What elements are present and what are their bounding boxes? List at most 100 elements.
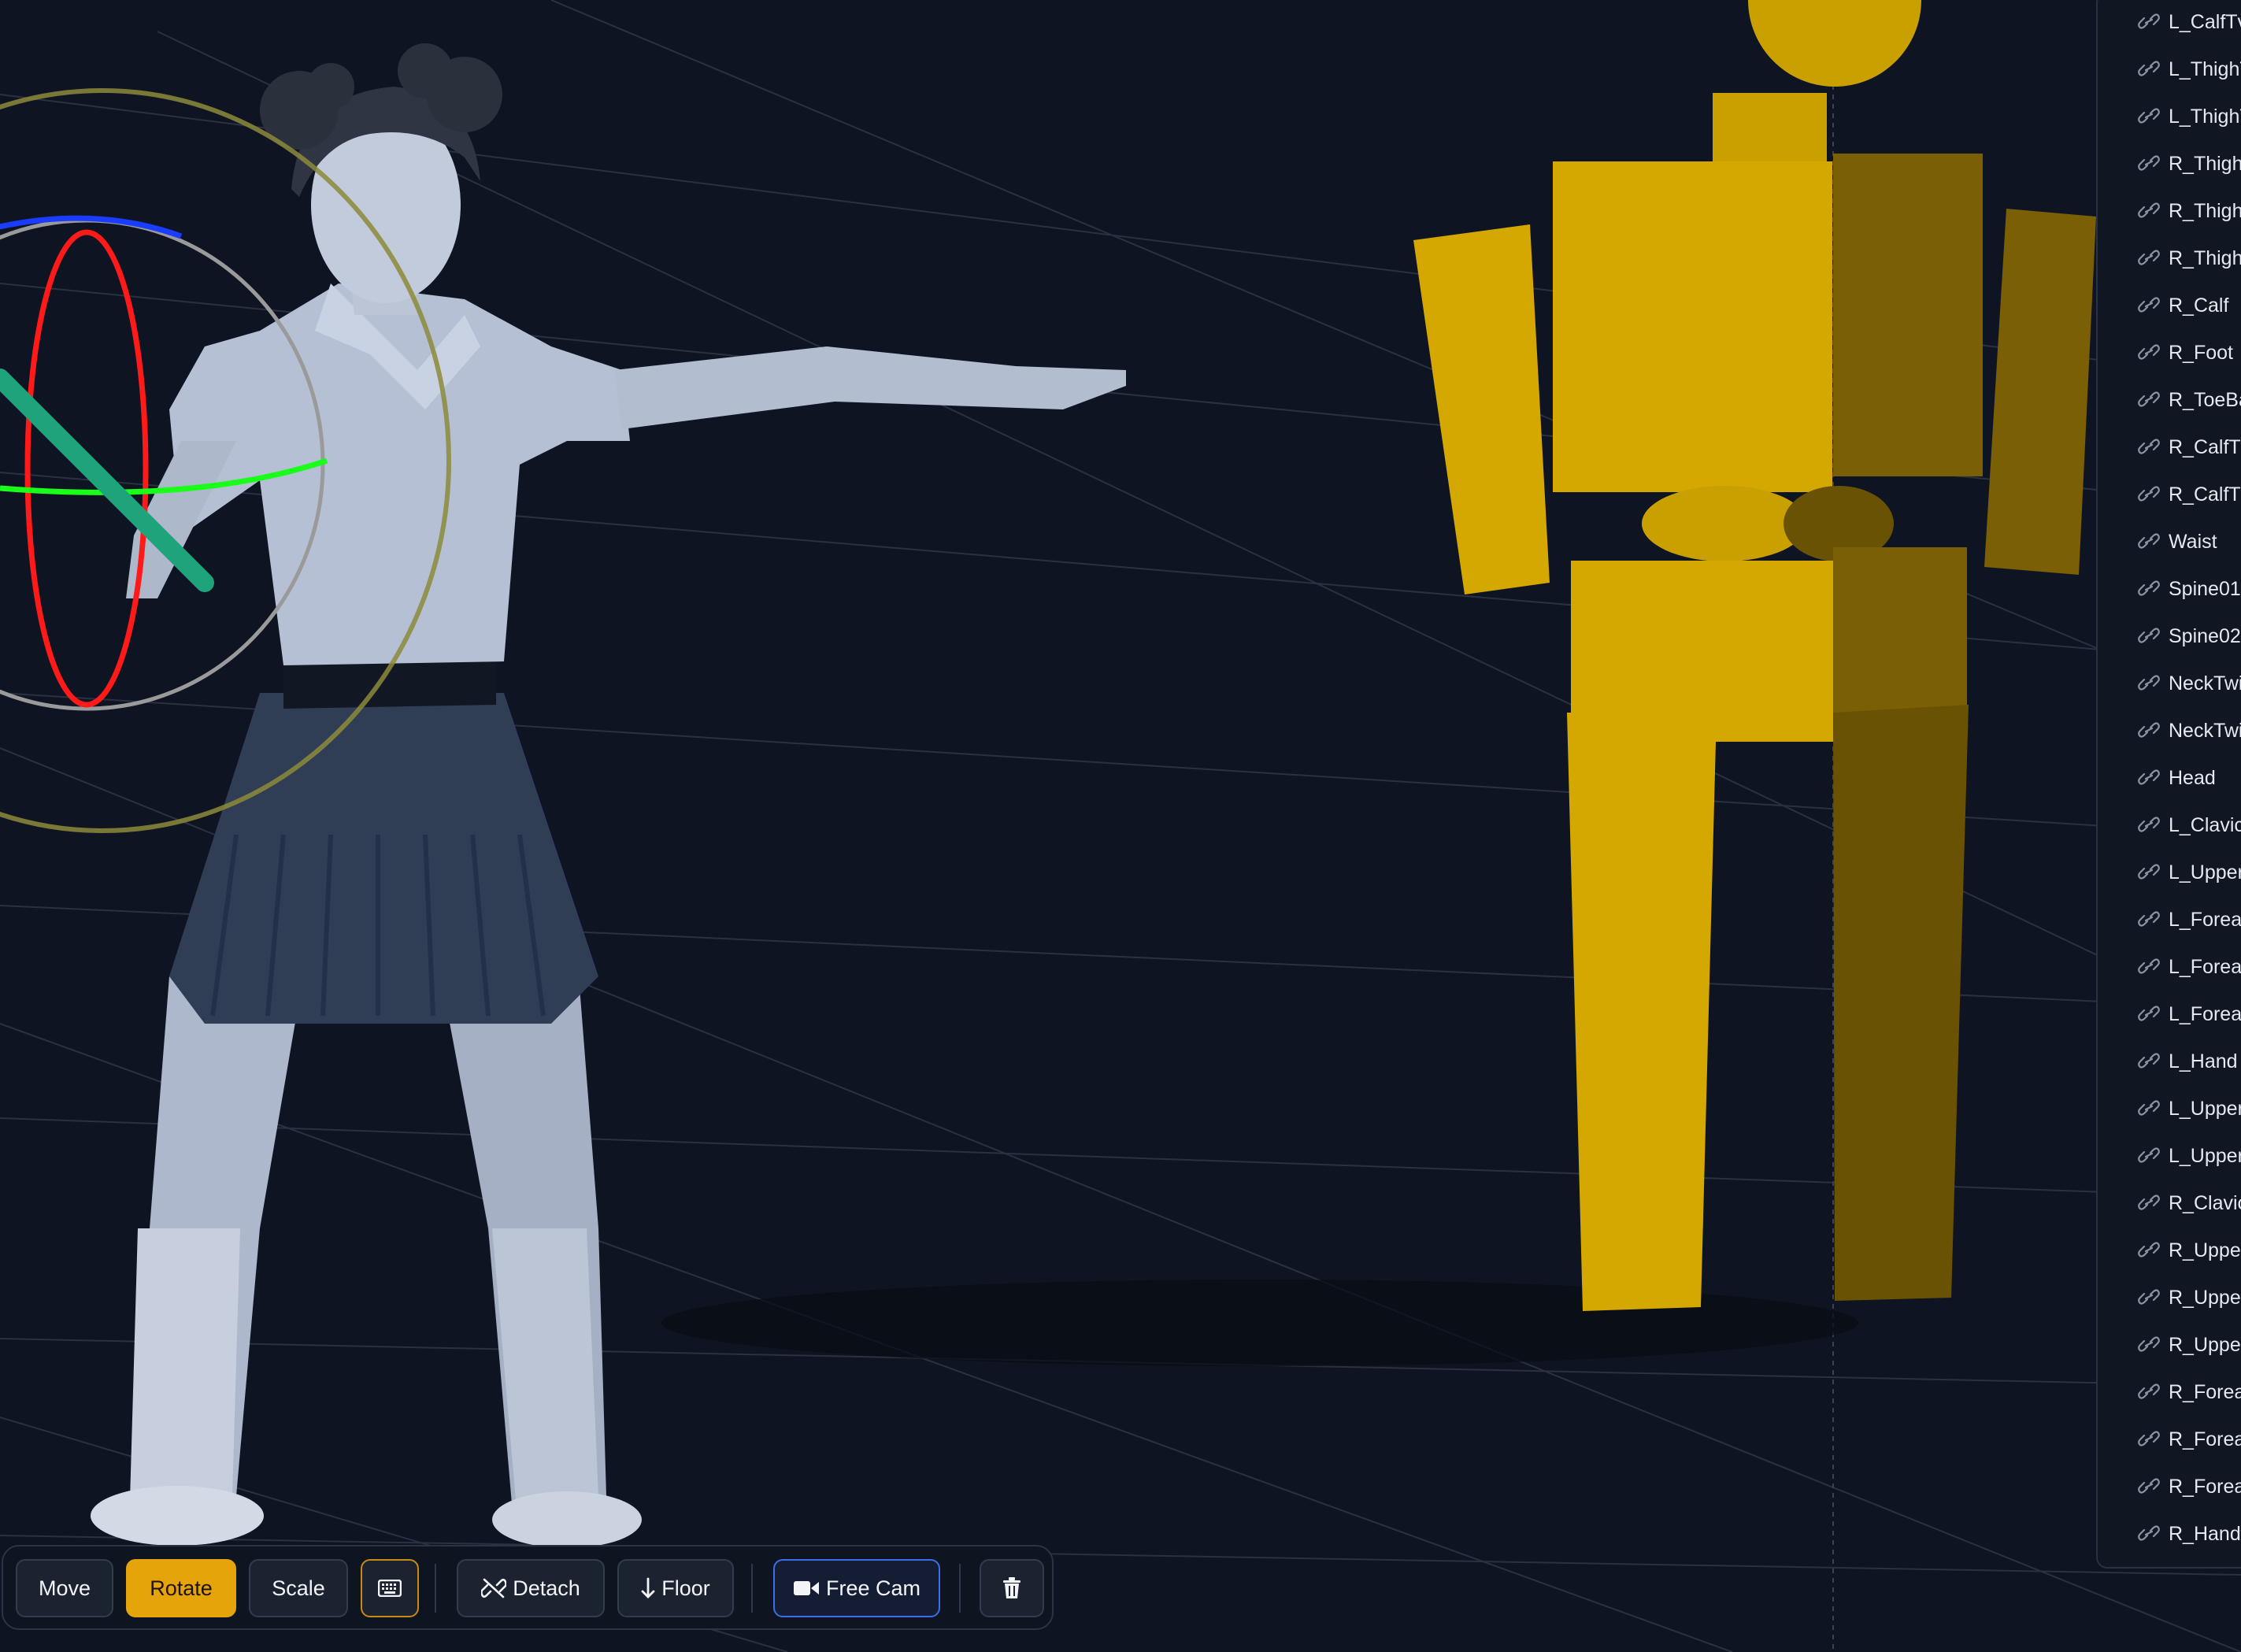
link-icon <box>2137 863 2162 882</box>
bone-list-item[interactable]: R_CalfTv <box>2098 424 2241 471</box>
bone-list-item[interactable]: Spine02 <box>2098 613 2241 660</box>
bone-list-item[interactable]: Waist <box>2098 518 2241 565</box>
bone-list-item[interactable]: R_Upper <box>2098 1274 2241 1321</box>
link-icon <box>2137 1288 2162 1307</box>
detach-button[interactable]: Detach <box>457 1559 605 1617</box>
bone-list-item-label: R_Thigh <box>2169 152 2241 175</box>
bone-list-item-label: L_CalfTv <box>2169 10 2241 33</box>
bone-list-item-label: L_ThighT <box>2169 105 2241 128</box>
bone-list-item-label: L_Hand <box>2169 1050 2238 1072</box>
bone-list-item[interactable]: R_Upper <box>2098 1321 2241 1369</box>
bone-list-item[interactable]: R_Calf <box>2098 282 2241 329</box>
bone-list-item[interactable]: R_ToeBa <box>2098 376 2241 424</box>
bone-list-item-label: Head <box>2169 766 2216 789</box>
3d-viewport[interactable] <box>0 0 2241 1652</box>
bone-list-item[interactable]: L_Clavic <box>2098 802 2241 849</box>
bone-list-item[interactable]: L_Hand <box>2098 1038 2241 1085</box>
bone-list-item[interactable]: R_ThighT <box>2098 235 2241 282</box>
bone-list-item-label: R_Upper <box>2169 1239 2241 1261</box>
link-icon <box>2137 532 2162 551</box>
link-icon <box>2137 1335 2162 1354</box>
bone-list-item[interactable]: R_Clavic <box>2098 1180 2241 1227</box>
bone-list-item-label: L_Upper <box>2169 861 2241 883</box>
link-icon <box>2137 485 2162 504</box>
bone-list-item-label: NeckTwi <box>2169 672 2241 695</box>
bone-list-item-label: NeckTwi <box>2169 719 2241 742</box>
bone-list-item-label: R_Clavic <box>2169 1191 2241 1214</box>
link-icon <box>2137 816 2162 835</box>
bone-list-item-label: R_ToeBa <box>2169 388 2241 411</box>
bone-list-item[interactable]: L_ThighT <box>2098 93 2241 140</box>
bone-list-item-label: R_Upper <box>2169 1333 2241 1356</box>
toolbar-divider <box>959 1564 961 1613</box>
rotate-button[interactable]: Rotate <box>126 1559 236 1617</box>
link-icon <box>2137 1146 2162 1165</box>
link-icon <box>2137 13 2162 31</box>
bone-list-item[interactable]: R_Foot <box>2098 329 2241 376</box>
move-button[interactable]: Move <box>16 1559 113 1617</box>
bone-list-item[interactable]: Head <box>2098 754 2241 802</box>
unlink-icon <box>481 1577 507 1599</box>
viewport-scene <box>0 0 2241 1652</box>
bone-list-item[interactable]: L_CalfTv <box>2098 0 2241 46</box>
link-icon <box>2137 580 2162 598</box>
arrow-down-icon <box>641 1577 655 1599</box>
bone-proxy-model[interactable] <box>1413 0 2096 1311</box>
floor-button[interactable]: Floor <box>617 1559 734 1617</box>
bone-list-item-label: R_Forea <box>2169 1380 2241 1403</box>
bone-list-item[interactable]: L_ThighT <box>2098 46 2241 93</box>
bone-list-item[interactable]: L_Forear <box>2098 896 2241 943</box>
bone-list-item-label: Waist <box>2169 530 2217 553</box>
link-icon <box>2137 60 2162 79</box>
link-icon <box>2137 202 2162 220</box>
rotate-button-label: Rotate <box>150 1576 213 1600</box>
bone-list-item[interactable]: NeckTwi <box>2098 660 2241 707</box>
link-icon <box>2137 957 2162 976</box>
bone-list-item[interactable]: L_Forear <box>2098 991 2241 1038</box>
bone-list-item[interactable]: L_Forear <box>2098 943 2241 991</box>
link-icon <box>2137 1477 2162 1496</box>
bone-list-item[interactable]: NeckTwi <box>2098 707 2241 754</box>
move-button-label: Move <box>38 1576 91 1600</box>
bone-list-item[interactable]: R_Upper <box>2098 1227 2241 1274</box>
bone-list-item[interactable]: R_Forea <box>2098 1369 2241 1416</box>
bone-list-item[interactable]: R_Forea <box>2098 1463 2241 1510</box>
bone-list-item-label: L_Upper <box>2169 1097 2241 1120</box>
bone-list-item-label: Spine02 <box>2169 624 2241 647</box>
bone-list-item-label: R_Hand <box>2169 1522 2241 1545</box>
link-icon <box>2137 438 2162 457</box>
link-icon <box>2137 1052 2162 1071</box>
bone-list-item-label: R_ThighT <box>2169 246 2241 269</box>
bone-list-item-label: R_CalfTv <box>2169 483 2241 506</box>
bone-list-item[interactable]: R_Hand <box>2098 1510 2241 1558</box>
scale-button[interactable]: Scale <box>249 1559 348 1617</box>
keyboard-shortcuts-button[interactable] <box>361 1559 419 1617</box>
bone-list-item[interactable]: R_Thigh <box>2098 140 2241 187</box>
bone-list-panel: L_CalfTv L_ThighT L_ThighT R_Thigh R_ThighT R… <box>2096 0 2241 1569</box>
bone-list-item-label: L_ThighT <box>2169 57 2241 80</box>
bone-list-item[interactable]: Spine01 <box>2098 565 2241 613</box>
link-icon <box>2137 721 2162 740</box>
delete-button[interactable] <box>980 1559 1044 1617</box>
free-cam-button-label: Free Cam <box>825 1576 921 1600</box>
scale-button-label: Scale <box>272 1576 325 1600</box>
link-icon <box>2137 343 2162 362</box>
bone-list-item[interactable]: R_ThighT <box>2098 187 2241 235</box>
bone-list-item[interactable]: R_CalfTv <box>2098 471 2241 518</box>
bone-list-item-label: L_Forear <box>2169 908 2241 931</box>
bone-list-item[interactable]: L_Upper <box>2098 1132 2241 1180</box>
link-icon <box>2137 1430 2162 1449</box>
bone-list-item-label: R_Upper <box>2169 1286 2241 1309</box>
bone-list-item[interactable]: L_Upper <box>2098 1085 2241 1132</box>
bone-list-item-label: R_Calf <box>2169 294 2229 317</box>
bone-list-item-label: L_Clavic <box>2169 813 2241 836</box>
bone-list-item[interactable]: L_Upper <box>2098 849 2241 896</box>
bone-list-item-label: L_Upper <box>2169 1144 2241 1167</box>
keyboard-icon <box>378 1580 402 1597</box>
bone-list-item-label: R_ThighT <box>2169 199 2241 222</box>
bone-list-item[interactable]: R_Forea <box>2098 1416 2241 1463</box>
bone-list-item-label: R_CalfTv <box>2169 435 2241 458</box>
free-cam-button[interactable]: Free Cam <box>773 1559 940 1617</box>
link-icon <box>2137 1524 2162 1543</box>
link-icon <box>2137 769 2162 787</box>
